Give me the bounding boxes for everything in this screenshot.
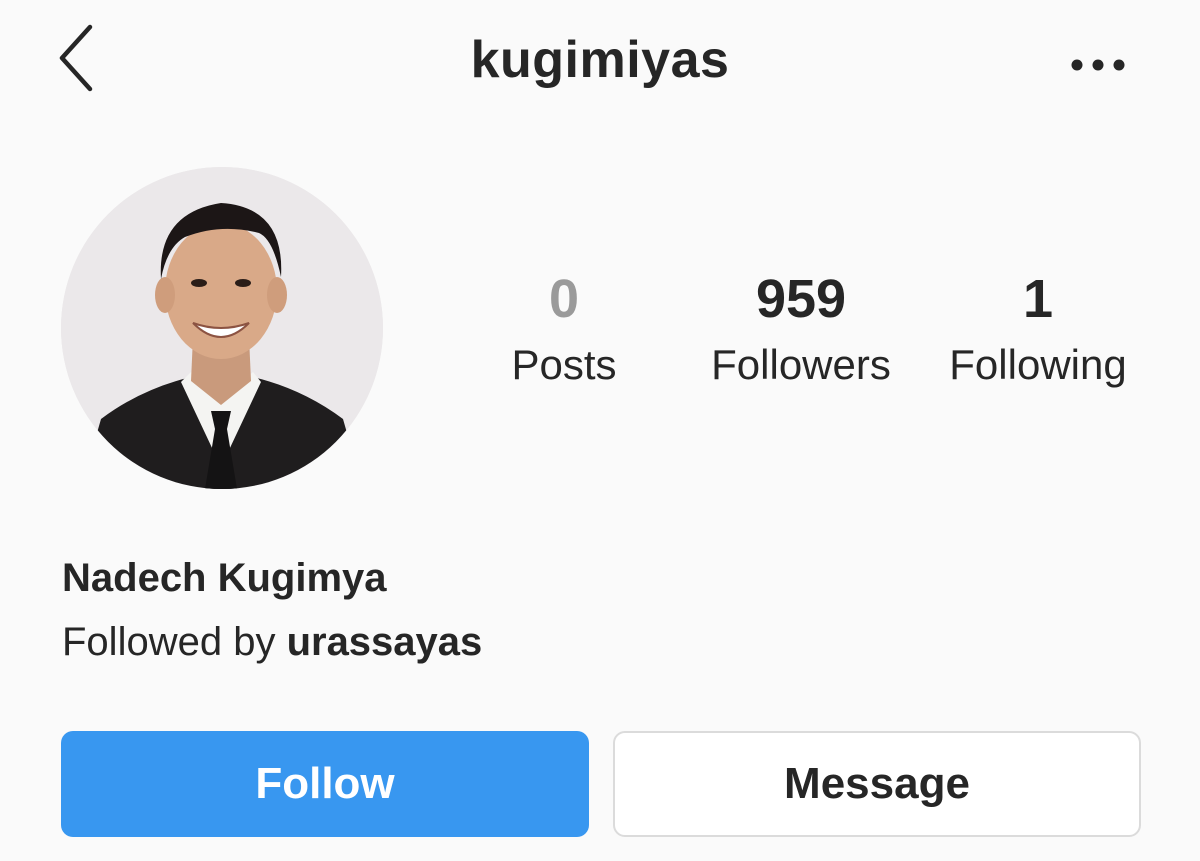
following-label: Following <box>949 341 1127 388</box>
followed-by[interactable]: Followed by urassayas <box>62 620 482 665</box>
followed-by-prefix: Followed by <box>62 620 287 664</box>
posts-count: 0 <box>548 269 580 329</box>
more-options-button[interactable] <box>1062 40 1134 90</box>
avatar[interactable] <box>61 167 383 489</box>
more-horizontal-icon <box>1071 59 1125 71</box>
posts-label: Posts <box>511 341 617 388</box>
follow-button[interactable]: Follow <box>61 731 589 837</box>
following-count: 1 <box>1022 269 1054 329</box>
followers-label: Followers <box>711 341 891 388</box>
followers-count: 959 <box>755 269 847 329</box>
page-title: kugimiyas <box>470 31 730 89</box>
stat-posts: 0 Posts <box>444 268 684 392</box>
followed-by-user[interactable]: urassayas <box>287 620 483 664</box>
display-name: Nadech Kugimya <box>62 556 387 600</box>
message-button[interactable]: Message <box>613 731 1141 837</box>
profile-screen: kugimiyas 0 Posts 959 Followers 1 Follow… <box>0 0 1200 861</box>
avatar-photo <box>61 167 383 489</box>
stat-following[interactable]: 1 Following <box>918 268 1158 392</box>
stat-followers[interactable]: 959 Followers <box>681 268 921 392</box>
